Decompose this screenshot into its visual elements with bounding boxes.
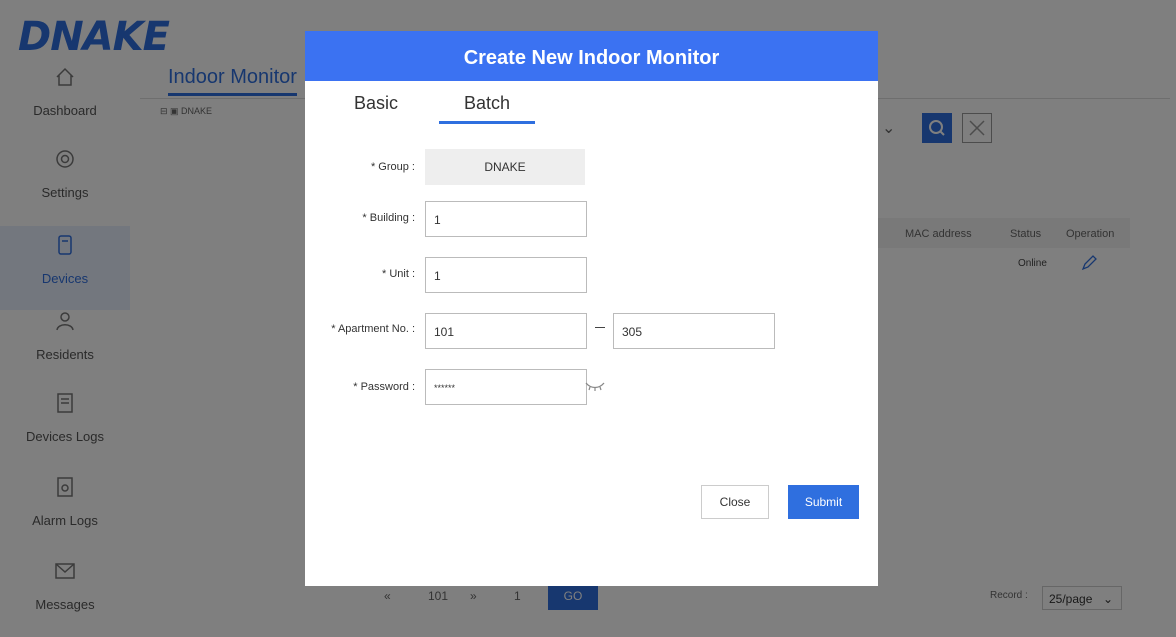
group-field: DNAKE (425, 149, 585, 185)
group-label: * Group : (370, 161, 415, 173)
password-label: * Password : (353, 381, 415, 393)
dialog-title: Create New Indoor Monitor (305, 31, 878, 81)
eye-closed-icon[interactable] (585, 379, 605, 398)
password-input[interactable]: ****** (425, 369, 587, 405)
tab-basic[interactable]: Basic (354, 93, 398, 114)
apartment-label: * Apartment No. : (331, 323, 415, 335)
unit-label: * Unit : (381, 268, 415, 280)
apartment-to-input[interactable]: 305 (613, 313, 775, 349)
close-button[interactable]: Close (701, 485, 769, 519)
building-input[interactable]: 1 (425, 201, 587, 237)
tab-batch[interactable]: Batch (464, 93, 510, 114)
create-indoor-monitor-dialog: Create New Indoor Monitor Basic Batch * … (305, 31, 878, 586)
unit-input[interactable]: 1 (425, 257, 587, 293)
building-label: * Building : (362, 212, 415, 224)
range-separator (595, 327, 605, 328)
submit-button[interactable]: Submit (788, 485, 859, 519)
active-tab-indicator (439, 121, 535, 124)
apartment-from-input[interactable]: 101 (425, 313, 587, 349)
